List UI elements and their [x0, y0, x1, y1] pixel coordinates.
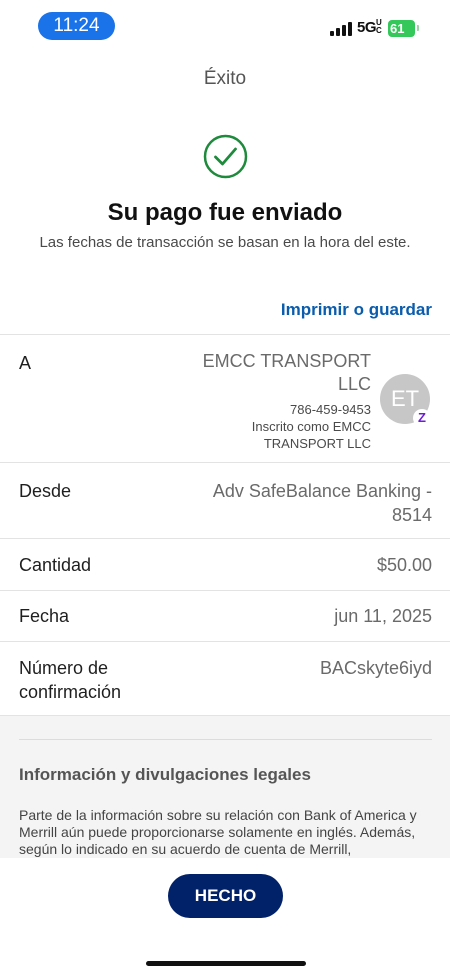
confirmation-number-label: Número de confirmación [19, 658, 122, 702]
amount-label: Cantidad [19, 555, 92, 575]
detail-row-from: Desde Adv SafeBalance Banking - 8514 [0, 463, 450, 539]
legal-text: Parte de la información sobre su relació… [19, 807, 417, 857]
detail-row-confirmation: Número de confirmación BACskyte6iyd [0, 642, 450, 716]
cell-signal-icon [330, 22, 354, 36]
from-label: Desde [19, 481, 72, 501]
payment-sent-screen: 11:24 5GUC 61 Éxito Su pago fue enviado … [0, 0, 450, 975]
date-value: jun 11, 2025 [334, 606, 432, 626]
recipient-enrolled-as: Inscrito como EMCC TRANSPORT LLC [251, 419, 371, 451]
detail-row-date: Fecha jun 11, 2025 [0, 591, 450, 642]
zelle-badge-icon: Z [413, 409, 431, 427]
date-label: Fecha [19, 606, 70, 626]
confirmation-subtitle: Las fechas de transacción se basan en la… [39, 234, 411, 251]
network-suffix: UC [376, 18, 382, 35]
bottom-action-bar: HECHO [0, 858, 450, 975]
status-bar: 11:24 5GUC 61 [0, 0, 450, 52]
detail-row-to: A EMCC TRANSPORT LLC 786-459-9453 Inscri… [0, 335, 450, 463]
print-or-save-link[interactable]: Imprimir o guardar [281, 300, 432, 320]
payment-details: A EMCC TRANSPORT LLC 786-459-9453 Inscri… [0, 334, 450, 716]
legal-disclosures: Información y divulgaciones legales Part… [0, 716, 450, 861]
confirmation-number-value: BACskyte6iyd [319, 658, 432, 678]
divider [19, 739, 432, 740]
detail-row-amount: Cantidad $50.00 [0, 539, 450, 591]
to-label: A [19, 353, 32, 373]
check-circle-icon [203, 134, 248, 179]
recipient-info: EMCC TRANSPORT LLC 786-459-9453 Inscrito… [171, 350, 371, 452]
amount-value: $50.00 [376, 555, 432, 575]
recipient-name: EMCC TRANSPORT LLC [202, 351, 371, 394]
confirmation-title: Su pago fue enviado [107, 199, 343, 226]
recipient-phone: 786-459-9453 [290, 402, 371, 417]
battery-icon: 61 [388, 20, 419, 37]
network-type: 5G [357, 19, 377, 36]
legal-title: Información y divulgaciones legales [19, 765, 311, 784]
battery-level: 61 [390, 21, 405, 36]
status-time[interactable]: 11:24 [38, 12, 115, 40]
done-button[interactable]: HECHO [168, 874, 283, 918]
home-indicator[interactable] [146, 961, 306, 966]
page-title: Éxito [203, 68, 247, 89]
network-indicator: 5GUC [357, 18, 384, 37]
from-account: Adv SafeBalance Banking - 8514 [212, 481, 432, 525]
